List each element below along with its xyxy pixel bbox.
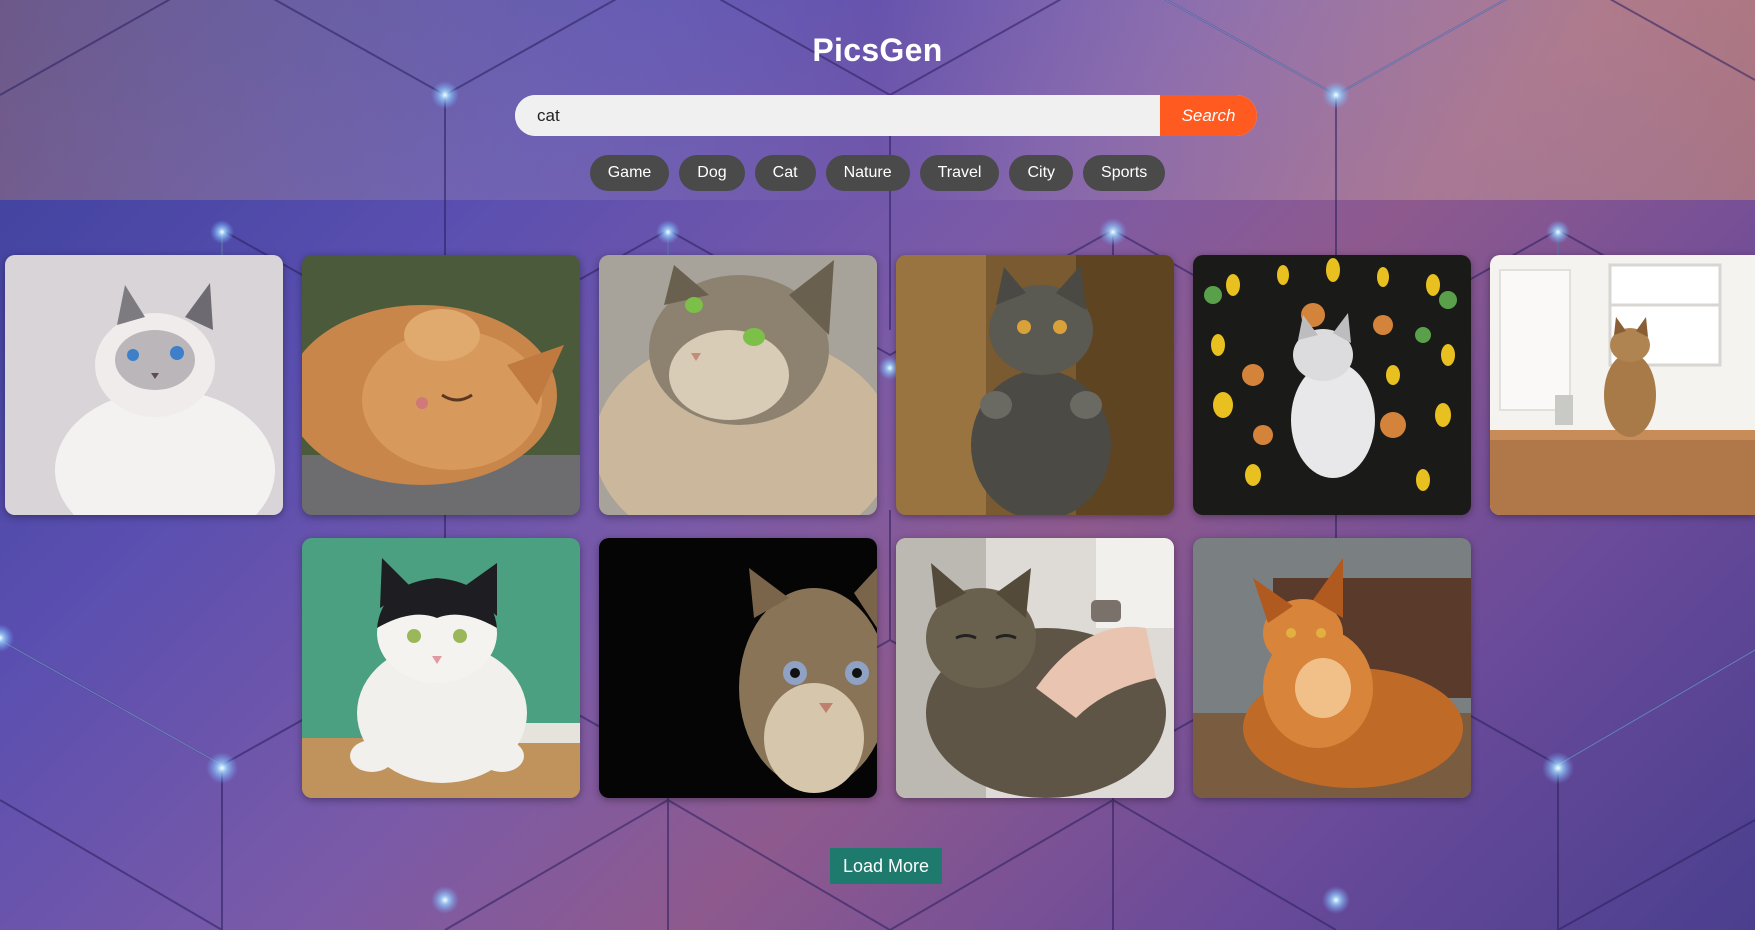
tag-game[interactable]: Game xyxy=(589,155,670,191)
result-image-orange-maine-coon[interactable] xyxy=(1193,538,1471,798)
result-image-orange-cat-sleeping[interactable] xyxy=(302,255,580,515)
result-image-white-cat-on-leaves[interactable] xyxy=(1193,255,1471,515)
search-button[interactable]: Search xyxy=(1160,95,1257,136)
result-image-siamese-cat[interactable] xyxy=(5,255,283,515)
app-title: PicsGen xyxy=(812,32,943,68)
load-more-button[interactable]: Load More xyxy=(830,848,942,884)
category-tags: Game Dog Cat Nature Travel City Sports xyxy=(0,155,1755,191)
tag-cat[interactable]: Cat xyxy=(754,155,816,191)
result-image-tabby-cat-kitchen[interactable] xyxy=(1490,255,1755,515)
result-image-tabby-cat-with-person[interactable] xyxy=(896,538,1174,798)
tag-nature[interactable]: Nature xyxy=(825,155,910,191)
tag-sports[interactable]: Sports xyxy=(1083,155,1166,191)
tag-travel[interactable]: Travel xyxy=(919,155,1000,191)
tag-city[interactable]: City xyxy=(1009,155,1074,191)
result-image-black-white-cat[interactable] xyxy=(302,538,580,798)
search-input[interactable] xyxy=(515,95,1160,136)
result-image-longhair-tabby-cat[interactable] xyxy=(599,255,877,515)
tag-dog[interactable]: Dog xyxy=(679,155,745,191)
result-image-grey-cat-standing[interactable] xyxy=(896,255,1174,515)
result-image-tabby-cat-dark[interactable] xyxy=(599,538,877,798)
search-bar: Search xyxy=(515,95,1257,136)
